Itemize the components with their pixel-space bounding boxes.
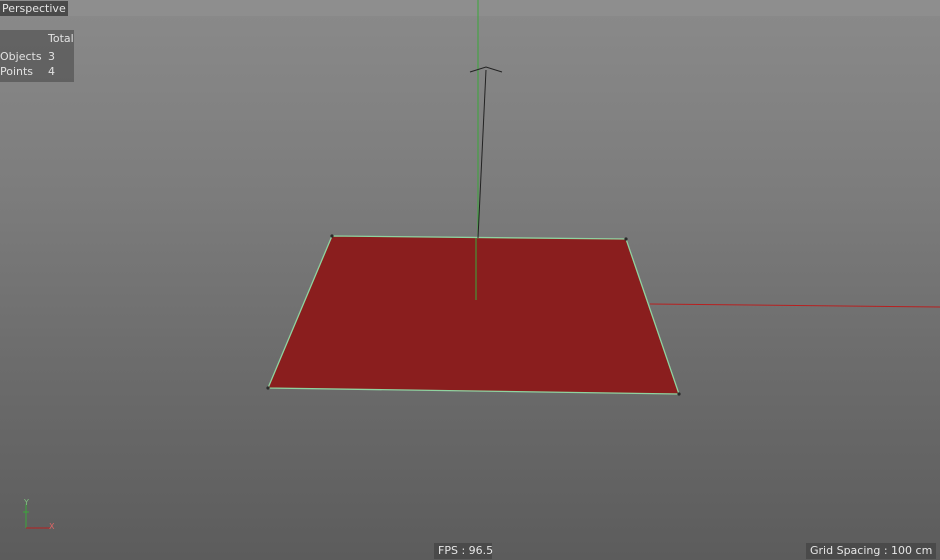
plane-vertex[interactable] — [624, 237, 628, 241]
z-axis-handle-line[interactable] — [477, 69, 487, 239]
grid-spacing-readout: Grid Spacing : 100 cm — [806, 543, 936, 559]
plane-vertex[interactable] — [266, 386, 270, 390]
plane-vertex[interactable] — [330, 234, 334, 238]
axis-gizmo-y-label: Y — [24, 498, 29, 507]
axis-orientation-gizmo: Y X — [14, 498, 58, 534]
plane-polygon[interactable] — [267, 235, 680, 395]
viewport-scene[interactable] — [0, 0, 940, 560]
plane-vertex[interactable] — [677, 392, 681, 396]
fps-counter: FPS : 96.5 — [434, 543, 493, 559]
axis-gizmo-x-label: X — [49, 522, 55, 531]
world-x-axis-line — [649, 303, 940, 308]
